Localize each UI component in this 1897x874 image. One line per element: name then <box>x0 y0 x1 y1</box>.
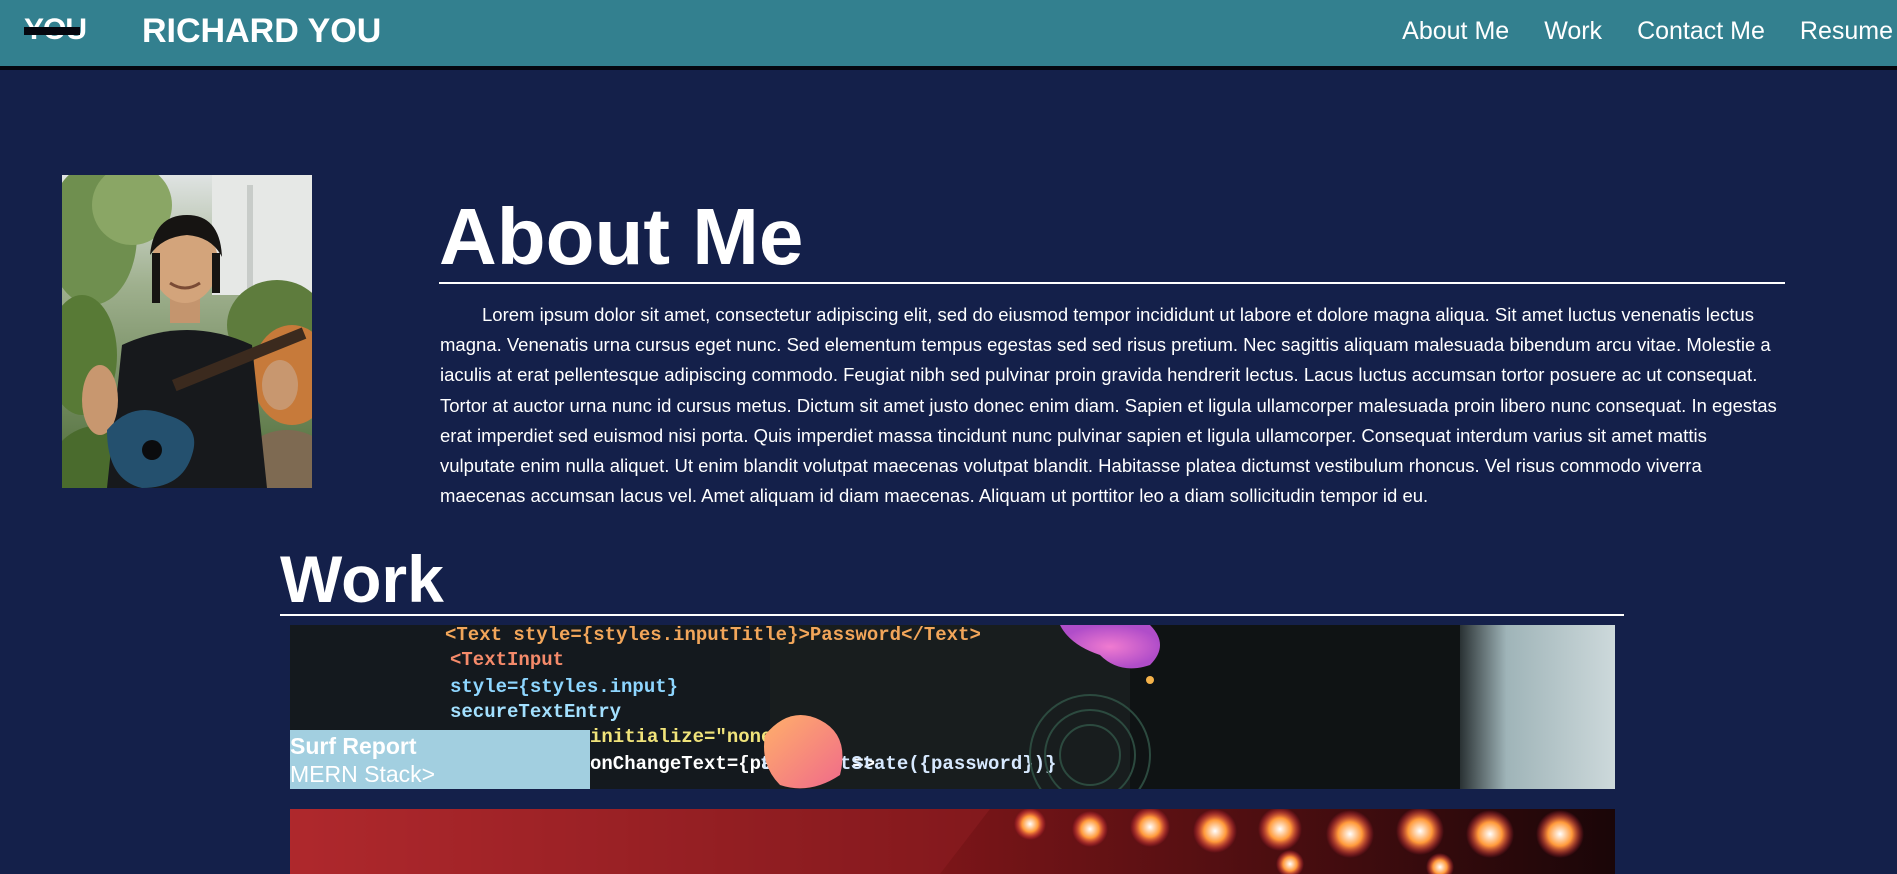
code-line-4: secureTextEntry <box>450 701 622 723</box>
project-name: Surf Report <box>290 733 417 759</box>
profile-photo <box>62 175 312 488</box>
project-card-surf-report[interactable]: <Text style={styles.inputTitle}>Password… <box>290 625 1615 789</box>
main-nav: About Me Work Contact Me Resume <box>1402 14 1893 48</box>
logo[interactable]: YOU <box>24 14 87 46</box>
code-line-2: <TextInput <box>450 649 564 671</box>
project-tech: MERN Stack> <box>290 761 436 787</box>
about-title: About Me <box>439 192 1785 284</box>
about-text: Lorem ipsum dolor sit amet, consectetur … <box>440 304 1777 507</box>
project-thumbnail-2 <box>290 809 1615 874</box>
code-line-3: style={styles.input} <box>450 676 678 698</box>
brand-name[interactable]: RICHARD YOU <box>142 10 381 52</box>
site-header: YOU RICHARD YOU About Me Work Contact Me… <box>0 0 1897 70</box>
project-label[interactable]: Surf Report MERN Stack> <box>290 730 590 789</box>
logo-bar <box>24 27 80 35</box>
nav-link-work[interactable]: Work <box>1544 14 1602 48</box>
nav-link-resume[interactable]: Resume <box>1800 14 1893 48</box>
code-line-1: <Text style={styles.inputTitle}>Password… <box>445 625 981 646</box>
project-card-2[interactable] <box>290 809 1615 874</box>
nav-link-contact[interactable]: Contact Me <box>1637 14 1765 48</box>
work-title: Work <box>280 544 1624 616</box>
nav-link-about[interactable]: About Me <box>1402 14 1509 48</box>
code-line-5: initialize="none" <box>590 726 784 748</box>
